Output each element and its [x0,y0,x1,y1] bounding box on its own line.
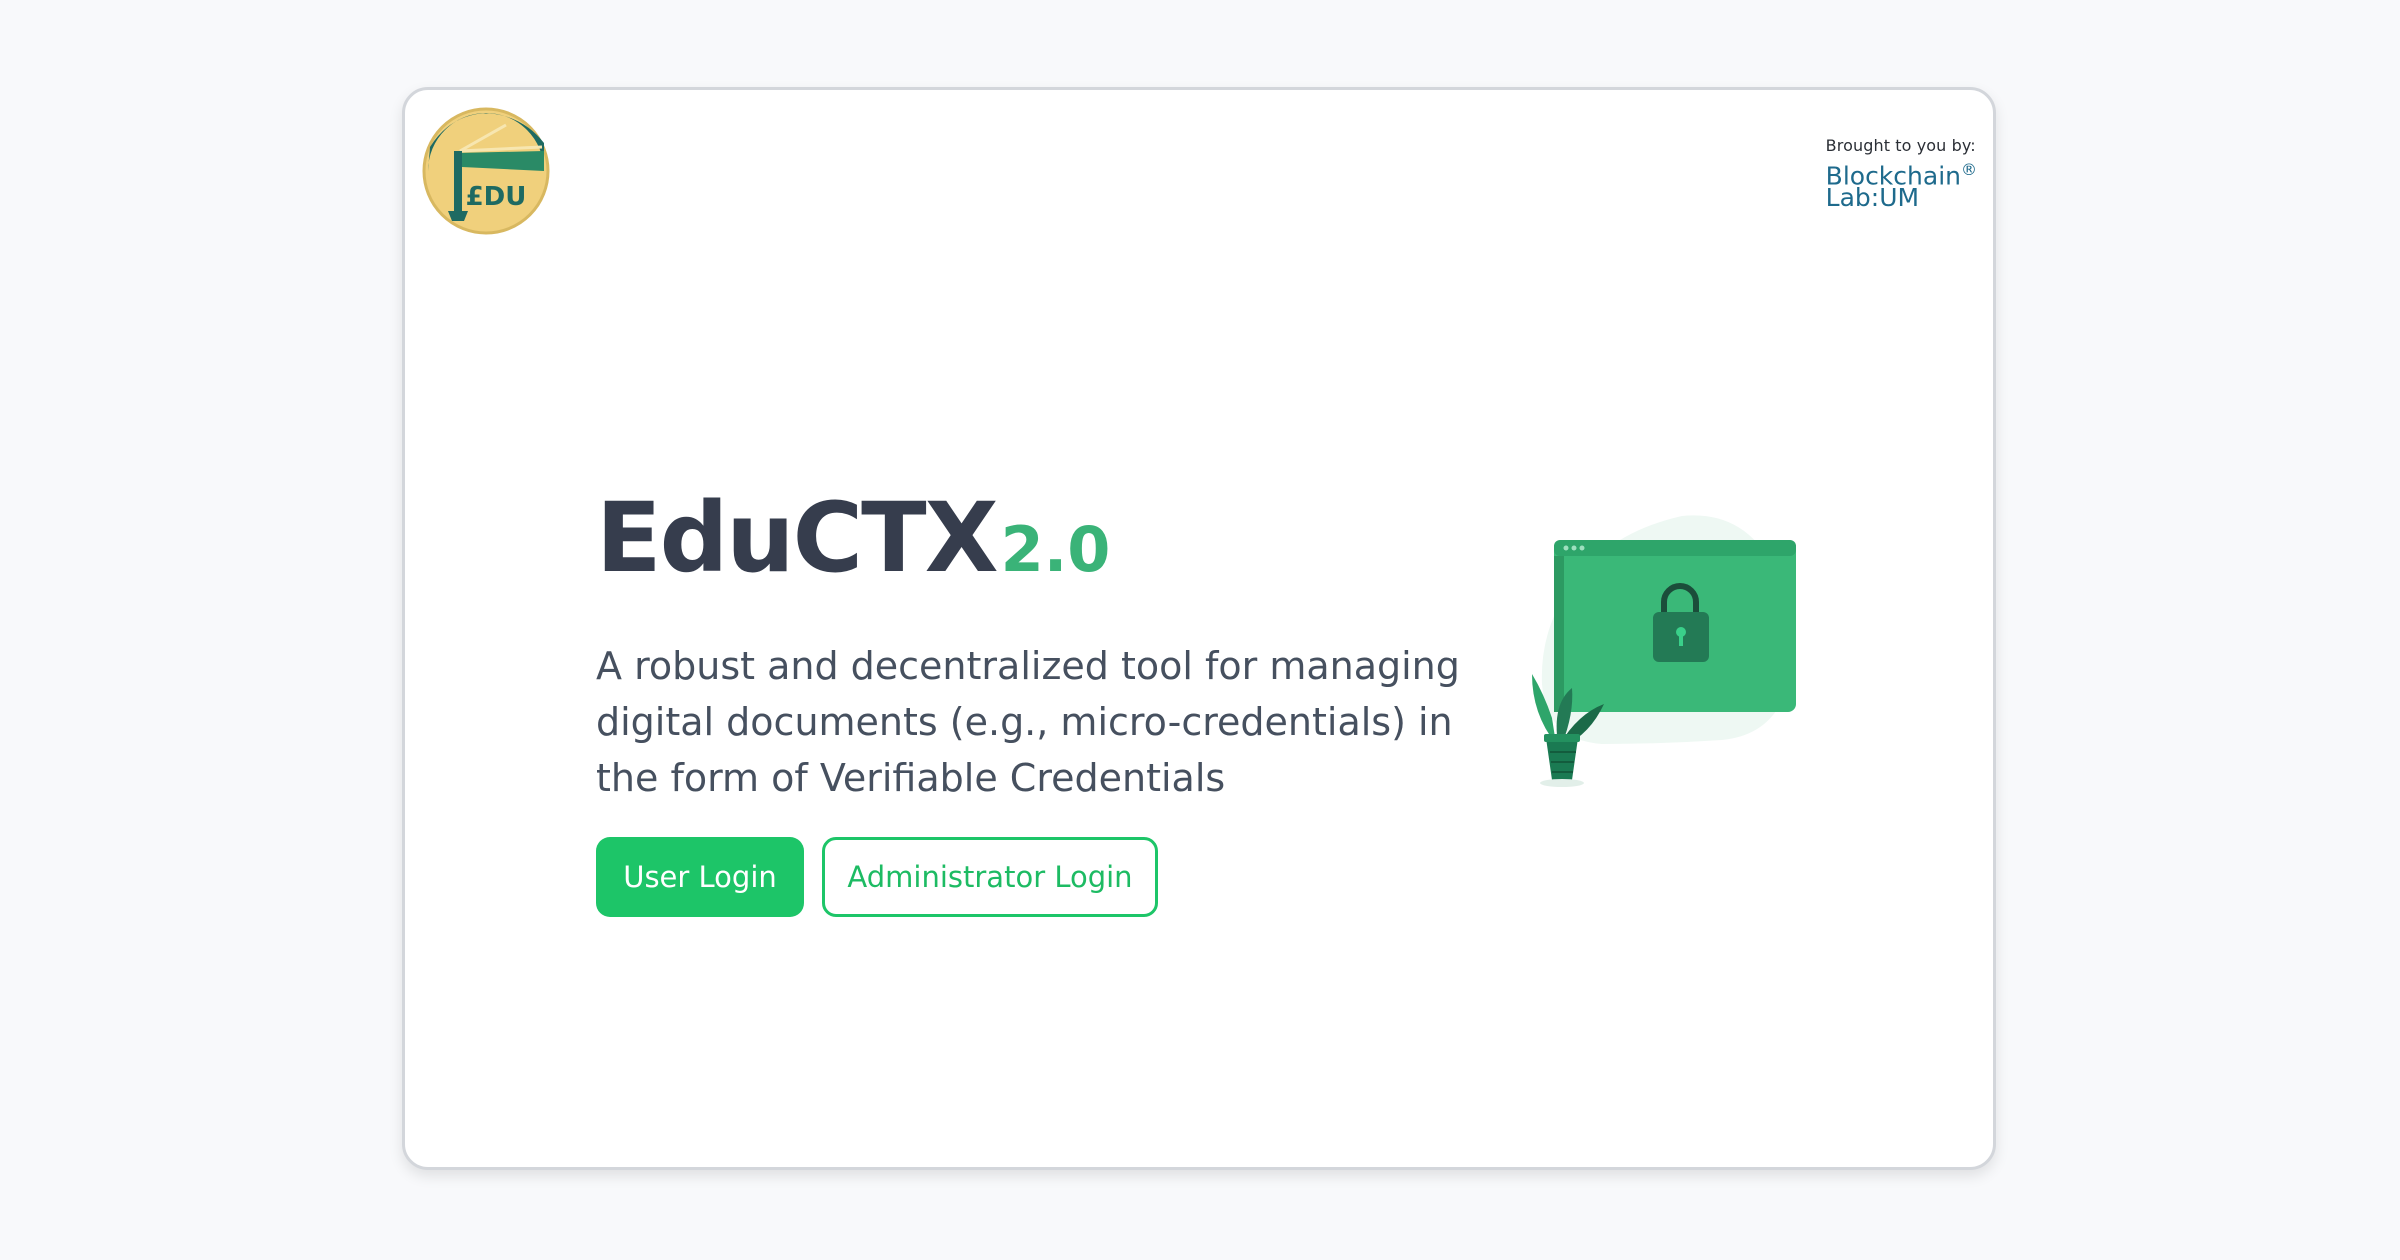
brand-credit[interactable]: Brought to you by: Blockchain® Lab:UM [1825,136,1977,213]
page-title: EduCTX2.0 [596,490,1110,586]
user-login-button[interactable]: User Login [596,837,804,917]
app-version: 2.0 [1000,513,1111,586]
trademark-symbol: ® [1961,160,1977,179]
security-illustration [1522,504,1812,844]
page-subtitle: A robust and decentralized tool for mana… [596,644,1460,800]
landing-card: £DU Brought to you by: Blockchain® Lab:U… [402,87,1996,1170]
admin-login-button[interactable]: Administrator Login [822,837,1158,917]
brand-name-line2: Lab:UM [1825,183,1920,213]
app-name: EduCTX [596,482,999,594]
logo-text: £DU [466,182,527,212]
graduation-cap-icon: £DU [422,107,550,235]
educ-logo[interactable]: £DU [422,107,550,235]
padlock-screen-icon [1532,515,1796,787]
brought-by-label: Brought to you by: [1825,136,1976,155]
